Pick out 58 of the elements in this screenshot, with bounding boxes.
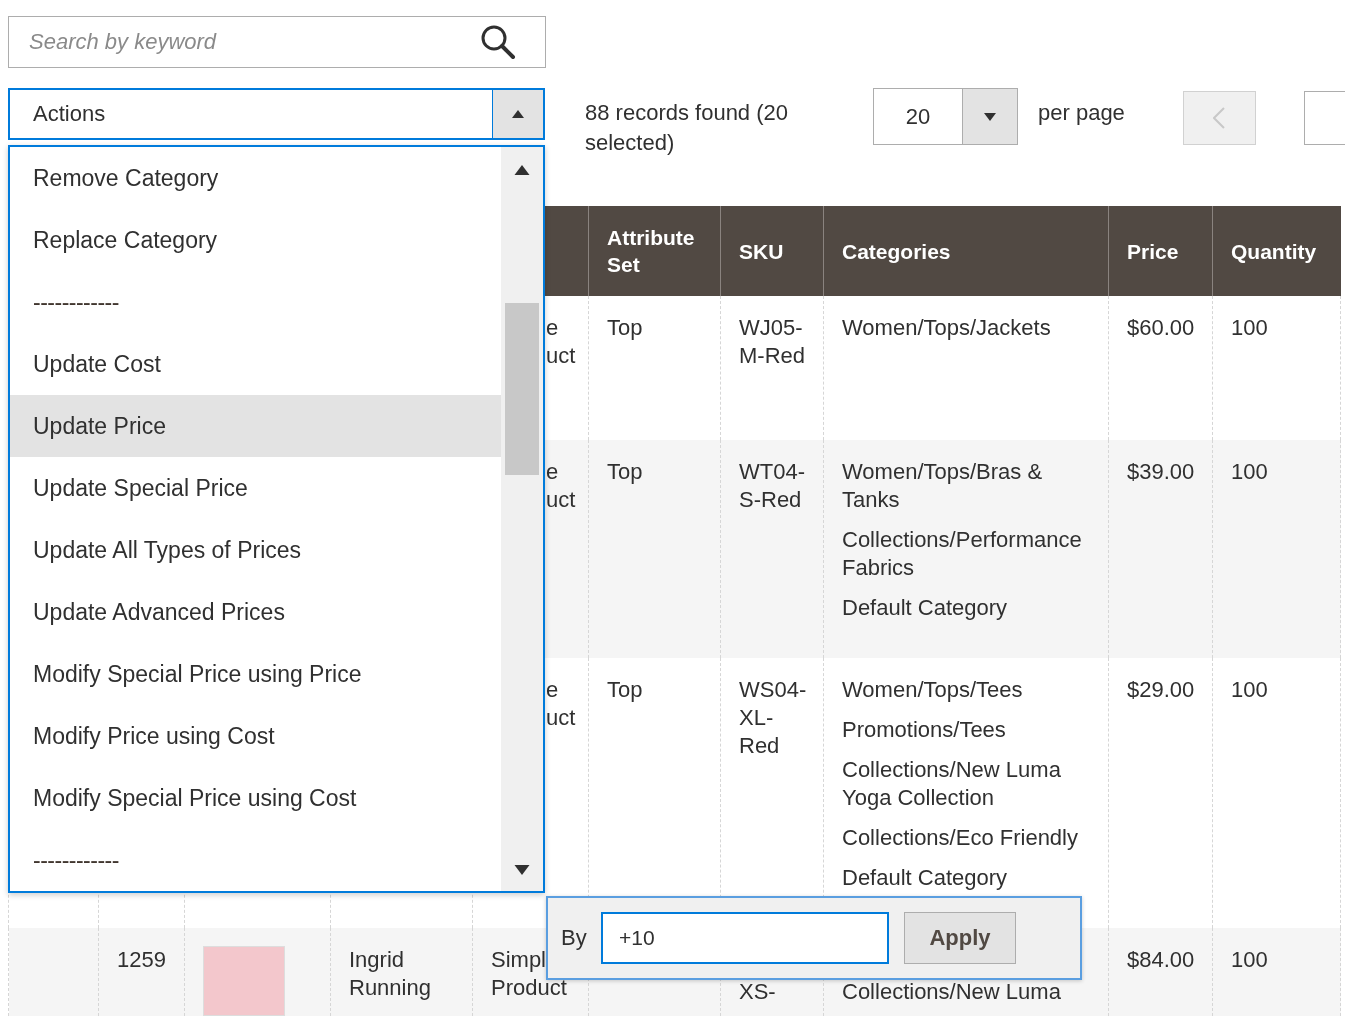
search-field[interactable]: Search by keyword bbox=[8, 16, 546, 68]
table-cell: $29.00 bbox=[1127, 676, 1194, 704]
page-field[interactable] bbox=[1303, 91, 1345, 145]
category-text: Collections/New Luma Yoga Collection bbox=[842, 756, 1062, 812]
table-cell-text: Ingrid Running bbox=[349, 946, 432, 1002]
table-cell-text: 100 bbox=[1231, 946, 1269, 974]
table-cell-text: e uct bbox=[546, 676, 577, 732]
per-page-label: per page bbox=[1038, 100, 1125, 126]
chevron-left-icon bbox=[1213, 107, 1226, 129]
menu-separator: ------------ bbox=[32, 287, 120, 317]
table-cell: WJ05-M-Red bbox=[739, 314, 805, 370]
category-text: Default Category bbox=[842, 594, 1009, 622]
table-cell: $84.00 bbox=[1127, 946, 1194, 974]
table-cell-text: e uct bbox=[546, 314, 577, 370]
table-cell: $39.00 bbox=[1127, 458, 1194, 486]
category-text: Collections/Performance Fabrics bbox=[842, 526, 1083, 582]
table-cell: 1259 bbox=[117, 946, 166, 974]
category-text: Women/Tops/Tees bbox=[842, 676, 1024, 704]
caret-down-icon bbox=[984, 112, 996, 121]
scroll-thumb[interactable] bbox=[505, 303, 539, 475]
scroll-down-icon bbox=[514, 865, 530, 875]
table-cell-text: XS- bbox=[739, 978, 777, 1006]
scrollbar[interactable] bbox=[501, 147, 543, 891]
table-cell-text: Top bbox=[607, 676, 644, 704]
menu-option[interactable]: Modify Special Price using Price bbox=[10, 643, 501, 705]
menu-option[interactable]: Update Special Price bbox=[10, 457, 501, 519]
actions-select[interactable]: Actions bbox=[8, 88, 545, 140]
menu-option[interactable]: Update Price bbox=[10, 395, 501, 457]
caret-up-icon bbox=[512, 110, 524, 118]
table-cell-text: Top bbox=[607, 458, 644, 486]
table-cell-text: 100 bbox=[1231, 314, 1269, 342]
category-text: Promotions/Tees bbox=[842, 716, 1007, 744]
menu-option[interactable]: Modify Price using Cost bbox=[10, 705, 501, 767]
table-cell-text: 100 bbox=[1231, 676, 1269, 704]
category-text: Default Category bbox=[842, 864, 1009, 892]
category-text: Collections/New Luma bbox=[842, 978, 1062, 1006]
category-text: Collections/Eco Friendly bbox=[842, 824, 1079, 852]
menu-separator: ------------ bbox=[32, 845, 120, 875]
menu-option[interactable]: Update Advanced Prices bbox=[10, 581, 501, 643]
table-cell-text: e uct bbox=[546, 458, 577, 514]
search-icon[interactable] bbox=[480, 24, 516, 60]
menu-option[interactable]: Replace Category bbox=[10, 209, 501, 271]
table-cell-text: Top bbox=[607, 314, 644, 342]
menu-option[interactable]: Update Cost bbox=[10, 333, 501, 395]
per-page-select[interactable]: 20 bbox=[873, 88, 1018, 145]
apply-button[interactable]: Apply bbox=[904, 912, 1016, 964]
records-count: 88 records found (20 selected) bbox=[585, 99, 790, 157]
menu-option[interactable]: Update All Types of Prices bbox=[10, 519, 501, 581]
category-text: Women/Tops/Bras & Tanks bbox=[842, 458, 1044, 514]
scroll-up-icon bbox=[514, 165, 530, 175]
table-cell: WS04-XL-Red bbox=[739, 676, 805, 760]
menu-option[interactable]: Modify Special Price using Cost bbox=[10, 767, 501, 829]
table-cell: $60.00 bbox=[1127, 314, 1194, 342]
table-cell-text: 100 bbox=[1231, 458, 1269, 486]
amount-field[interactable]: +10 bbox=[601, 912, 889, 964]
category-text: Women/Tops/Jackets bbox=[842, 314, 1052, 342]
table-cell: WT04-S-Red bbox=[739, 458, 805, 514]
menu-option[interactable]: Remove Category bbox=[10, 147, 501, 209]
